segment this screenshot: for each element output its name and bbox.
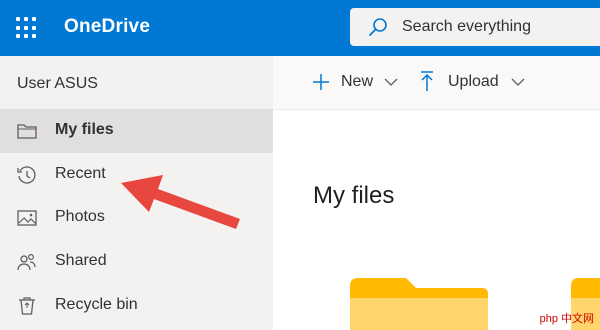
watermark: php 中文网 <box>539 313 594 325</box>
annotation-arrow <box>121 175 240 229</box>
